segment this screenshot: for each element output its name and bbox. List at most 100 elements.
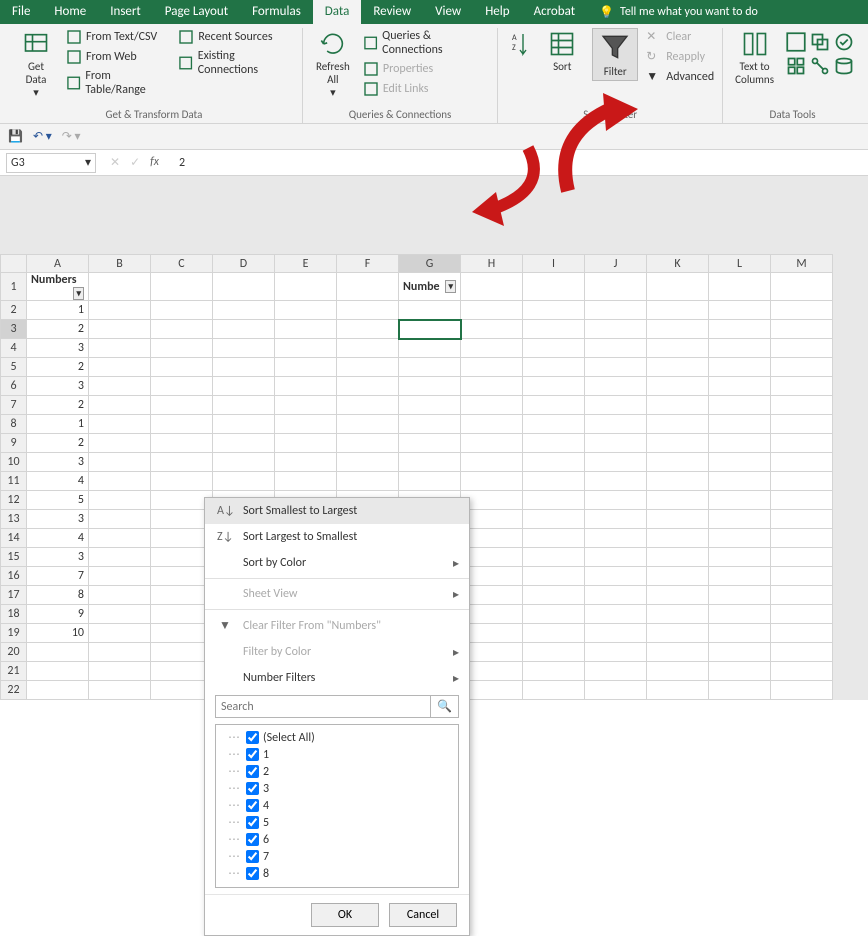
cell-C2[interactable] [151, 301, 213, 320]
sort-smallest-largest[interactable]: A↓Sort Smallest to Largest [205, 498, 469, 524]
cell-A19[interactable]: 10 [27, 624, 89, 643]
cell-I7[interactable] [523, 396, 585, 415]
cell-C4[interactable] [151, 339, 213, 358]
cell-A7[interactable]: 2 [27, 396, 89, 415]
col-header-F[interactable]: F [337, 255, 399, 273]
cell-E5[interactable] [275, 358, 337, 377]
col-header-G[interactable]: G [399, 255, 461, 273]
name-box[interactable]: G3▾ [6, 153, 96, 173]
cell-D9[interactable] [213, 434, 275, 453]
cell-F1[interactable] [337, 273, 399, 301]
cell-L4[interactable] [709, 339, 771, 358]
cell-J2[interactable] [585, 301, 647, 320]
col-header-D[interactable]: D [213, 255, 275, 273]
cell-A14[interactable]: 4 [27, 529, 89, 548]
cell-J10[interactable] [585, 453, 647, 472]
cell-E1[interactable] [275, 273, 337, 301]
cell-B18[interactable] [89, 605, 151, 624]
filter-search-input[interactable] [215, 695, 431, 718]
cell-A15[interactable]: 3 [27, 548, 89, 567]
row-header-15[interactable]: 15 [1, 548, 27, 567]
cell-G4[interactable] [399, 339, 461, 358]
cell-D6[interactable] [213, 377, 275, 396]
cell-L13[interactable] [709, 510, 771, 529]
filter-value-5[interactable]: ⋯ 5 [220, 814, 454, 831]
from-web-button[interactable]: From Web [66, 48, 170, 66]
cell-K1[interactable] [647, 273, 709, 301]
cell-A13[interactable]: 3 [27, 510, 89, 529]
cell-B7[interactable] [89, 396, 151, 415]
cell-K13[interactable] [647, 510, 709, 529]
tab-insert[interactable]: Insert [98, 0, 153, 24]
cell-J4[interactable] [585, 339, 647, 358]
cell-I13[interactable] [523, 510, 585, 529]
checkbox[interactable] [246, 799, 259, 812]
cell-L6[interactable] [709, 377, 771, 396]
row-header-8[interactable]: 8 [1, 415, 27, 434]
cell-F9[interactable] [337, 434, 399, 453]
col-header-M[interactable]: M [771, 255, 833, 273]
cell-G3[interactable] [399, 320, 461, 339]
sort-by-color[interactable]: Sort by Color▸ [205, 550, 469, 576]
cell-D2[interactable] [213, 301, 275, 320]
cell-M14[interactable] [771, 529, 833, 548]
cell-M3[interactable] [771, 320, 833, 339]
cell-J3[interactable] [585, 320, 647, 339]
cell-B2[interactable] [89, 301, 151, 320]
cell-C9[interactable] [151, 434, 213, 453]
cell-F4[interactable] [337, 339, 399, 358]
cell-D8[interactable] [213, 415, 275, 434]
cell-H10[interactable] [461, 453, 523, 472]
cell-F7[interactable] [337, 396, 399, 415]
row-header-22[interactable]: 22 [1, 681, 27, 700]
cell-M12[interactable] [771, 491, 833, 510]
enter-formula-icon[interactable]: ✓ [130, 155, 140, 170]
cell-L14[interactable] [709, 529, 771, 548]
filter-select-all[interactable]: ⋯ (Select All) [220, 729, 454, 746]
cell-G11[interactable] [399, 472, 461, 491]
select-all-corner[interactable] [1, 255, 27, 273]
row-header-19[interactable]: 19 [1, 624, 27, 643]
row-header-12[interactable]: 12 [1, 491, 27, 510]
cell-M20[interactable] [771, 643, 833, 662]
cell-I20[interactable] [523, 643, 585, 662]
cell-E3[interactable] [275, 320, 337, 339]
col-header-C[interactable]: C [151, 255, 213, 273]
cell-A12[interactable]: 5 [27, 491, 89, 510]
redo-button[interactable]: ↷ ▾ [62, 129, 81, 144]
cell-A4[interactable]: 3 [27, 339, 89, 358]
filter-values-panel[interactable]: ⋯ (Select All)⋯ 1⋯ 2⋯ 3⋯ 4⋯ 5⋯ 6⋯ 7⋯ 8 [215, 724, 459, 888]
cell-M5[interactable] [771, 358, 833, 377]
cell-M16[interactable] [771, 567, 833, 586]
row-header-6[interactable]: 6 [1, 377, 27, 396]
cell-C11[interactable] [151, 472, 213, 491]
filter-value-4[interactable]: ⋯ 4 [220, 797, 454, 814]
row-header-21[interactable]: 21 [1, 662, 27, 681]
cell-B13[interactable] [89, 510, 151, 529]
cell-K11[interactable] [647, 472, 709, 491]
row-header-14[interactable]: 14 [1, 529, 27, 548]
cell-B19[interactable] [89, 624, 151, 643]
cell-J8[interactable] [585, 415, 647, 434]
existing-connections-button[interactable]: Existing Connections [178, 48, 294, 78]
cell-B21[interactable] [89, 662, 151, 681]
cell-C10[interactable] [151, 453, 213, 472]
filter-value-2[interactable]: ⋯ 2 [220, 763, 454, 780]
cell-H3[interactable] [461, 320, 523, 339]
cell-H4[interactable] [461, 339, 523, 358]
cell-L18[interactable] [709, 605, 771, 624]
cancel-button[interactable]: Cancel [389, 903, 457, 927]
cell-M2[interactable] [771, 301, 833, 320]
cell-H6[interactable] [461, 377, 523, 396]
cell-M9[interactable] [771, 434, 833, 453]
col-header-K[interactable]: K [647, 255, 709, 273]
cell-G7[interactable] [399, 396, 461, 415]
consolidate-icon[interactable] [786, 56, 806, 76]
cell-K19[interactable] [647, 624, 709, 643]
cell-B15[interactable] [89, 548, 151, 567]
cell-A6[interactable]: 3 [27, 377, 89, 396]
cell-M15[interactable] [771, 548, 833, 567]
cell-K15[interactable] [647, 548, 709, 567]
cell-M8[interactable] [771, 415, 833, 434]
filter-value-1[interactable]: ⋯ 1 [220, 746, 454, 763]
